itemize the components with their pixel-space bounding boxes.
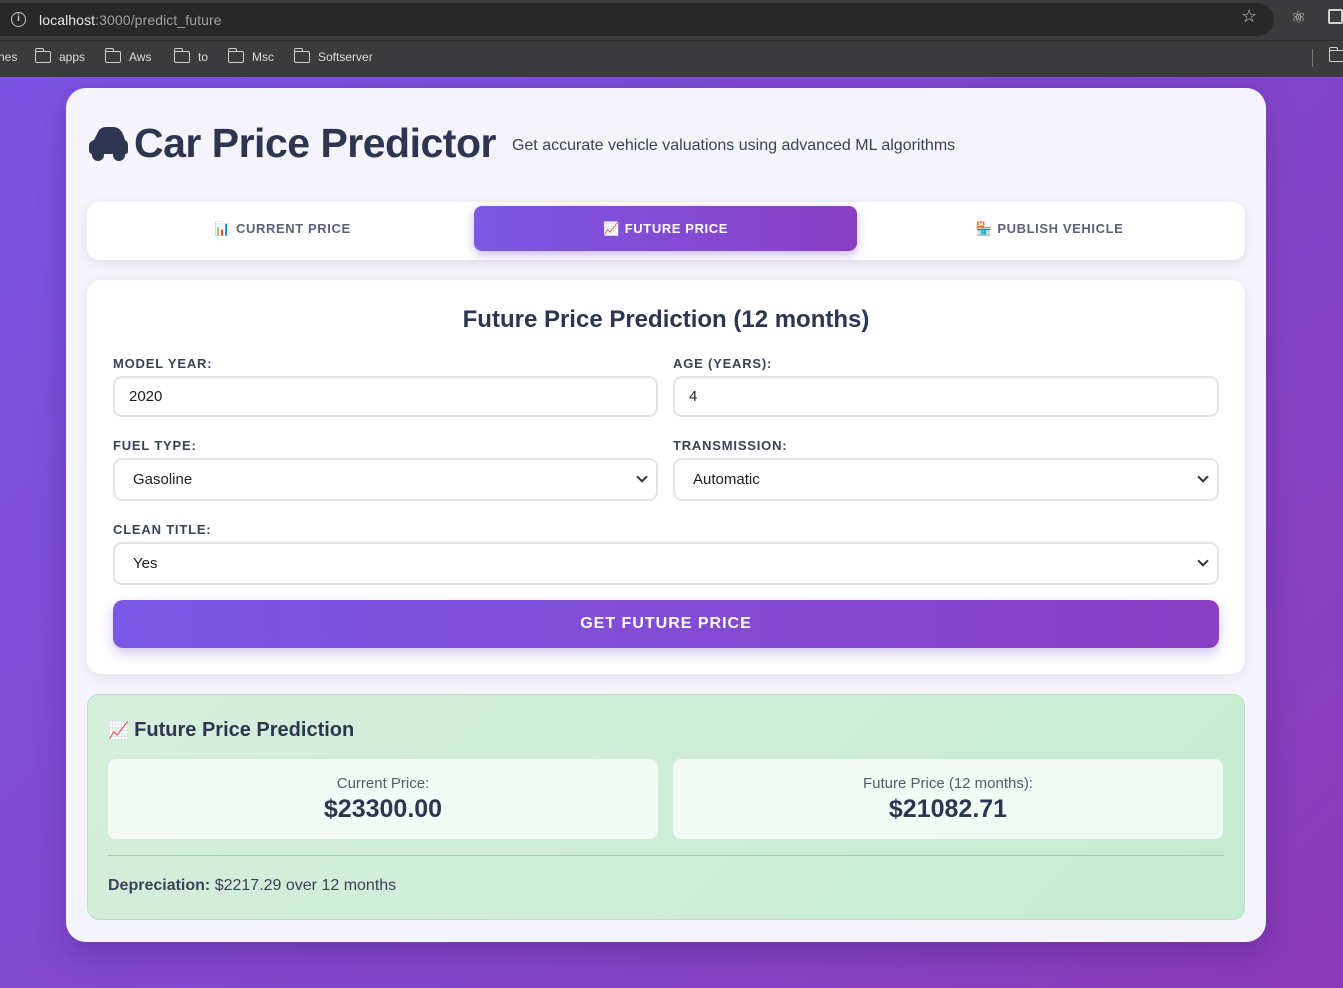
react-devtools-icon[interactable]: ⚛ bbox=[1291, 8, 1306, 28]
current-price-label: Current Price: bbox=[336, 775, 430, 792]
age-input[interactable] bbox=[673, 376, 1219, 417]
transmission-value: Automatic bbox=[693, 471, 760, 488]
fuel-type-value: Gasoline bbox=[133, 471, 193, 488]
depreciation-value: $2217.29 over 12 months bbox=[214, 877, 397, 894]
bookmark-label: nes bbox=[0, 50, 18, 64]
future-price-value: $21082.71 bbox=[888, 795, 1008, 823]
bookmark-label: to bbox=[198, 50, 209, 64]
folder-icon bbox=[34, 48, 51, 63]
bookmark-folder[interactable]: to bbox=[173, 48, 209, 64]
url-path: :3000/predict_future bbox=[95, 12, 222, 28]
bookmark-label: apps bbox=[59, 50, 86, 64]
app-subtitle: Get accurate vehicle valuations using ad… bbox=[511, 136, 956, 154]
results-title-text: Future Price Prediction bbox=[134, 719, 355, 741]
bookmark-folder[interactable]: Softserver bbox=[293, 48, 373, 64]
extensions-icon[interactable] bbox=[1328, 9, 1343, 24]
prediction-form: Future Price Prediction (12 months) MODE… bbox=[87, 280, 1245, 674]
store-icon: 🏪 bbox=[975, 220, 993, 236]
fuel-type-select[interactable]: Gasoline bbox=[113, 458, 658, 501]
model-year-input[interactable] bbox=[113, 376, 658, 417]
bookmarks-bar: nes apps Aws to Msc Softserver bbox=[0, 40, 1343, 77]
clean-title-label: CLEAN TITLE: bbox=[113, 522, 212, 537]
tab-bar: 📊 CURRENT PRICE 📈 FUTURE PRICE 🏪 PUBLISH… bbox=[87, 202, 1245, 260]
tab-label: FUTURE PRICE bbox=[624, 221, 729, 236]
url-text[interactable]: localhost:3000/predict_future bbox=[39, 12, 222, 28]
current-price-box: Current Price: $23300.00 bbox=[108, 759, 658, 839]
folder-icon bbox=[1328, 47, 1343, 62]
tab-future-price[interactable]: 📈 FUTURE PRICE bbox=[474, 206, 857, 251]
tab-label: PUBLISH VEHICLE bbox=[997, 221, 1124, 236]
transmission-select[interactable]: Automatic bbox=[673, 458, 1219, 501]
bar-chart-icon: 📊 bbox=[214, 220, 232, 236]
url-host: localhost bbox=[39, 12, 96, 28]
model-year-label: MODEL YEAR: bbox=[113, 356, 213, 371]
chevron-down-icon bbox=[1197, 555, 1209, 567]
folder-icon bbox=[293, 48, 310, 63]
bookmark-label: Softserver bbox=[318, 50, 373, 64]
site-info-icon[interactable]: i bbox=[11, 12, 26, 27]
chevron-down-icon bbox=[636, 471, 648, 483]
app-title: Car Price Predictor bbox=[134, 120, 496, 166]
depreciation-summary: Depreciation: $2217.29 over 12 months bbox=[108, 877, 396, 895]
tab-current-price[interactable]: 📊 CURRENT PRICE bbox=[91, 206, 474, 251]
results-panel: 📈 Future Price Prediction Current Price:… bbox=[87, 694, 1245, 920]
folder-icon bbox=[173, 48, 190, 63]
bookmark-label: Aws bbox=[129, 50, 152, 64]
folder-icon bbox=[104, 48, 121, 63]
future-price-label: Future Price (12 months): bbox=[862, 775, 1034, 792]
future-price-box: Future Price (12 months): $21082.71 bbox=[673, 759, 1223, 839]
bookmark-label: Msc bbox=[252, 50, 274, 64]
form-title: Future Price Prediction (12 months) bbox=[462, 306, 870, 333]
bookmarks-divider bbox=[1312, 49, 1313, 67]
clean-title-value: Yes bbox=[133, 555, 158, 572]
address-bar[interactable]: i localhost:3000/predict_future bbox=[0, 3, 1274, 36]
other-bookmarks-folder[interactable] bbox=[1328, 47, 1343, 62]
bookmark-folder[interactable]: apps bbox=[34, 48, 86, 64]
bookmark-star-icon[interactable]: ☆ bbox=[1241, 6, 1257, 27]
bookmark-folder[interactable]: Msc bbox=[227, 48, 274, 64]
clean-title-select[interactable]: Yes bbox=[113, 542, 1219, 585]
browser-toolbar: i localhost:3000/predict_future ☆ ⚛ bbox=[0, 0, 1343, 40]
app-header: Car Price Predictor Get accurate vehicle… bbox=[86, 120, 955, 167]
results-divider bbox=[108, 855, 1224, 856]
depreciation-label: Depreciation: bbox=[108, 877, 211, 894]
trend-chart-icon: 📈 bbox=[602, 220, 620, 236]
current-price-value: $23300.00 bbox=[323, 795, 443, 823]
get-future-price-button[interactable]: GET FUTURE PRICE bbox=[113, 600, 1219, 648]
app-card: Car Price Predictor Get accurate vehicle… bbox=[66, 88, 1266, 942]
bookmark-folder[interactable]: Aws bbox=[104, 48, 152, 64]
results-title: 📈 Future Price Prediction bbox=[108, 719, 354, 742]
folder-icon bbox=[227, 48, 244, 63]
car-icon bbox=[89, 126, 128, 161]
bookmark-item[interactable]: nes bbox=[0, 50, 17, 64]
trend-chart-icon: 📈 bbox=[108, 720, 130, 740]
fuel-type-label: FUEL TYPE: bbox=[113, 438, 197, 453]
transmission-label: TRANSMISSION: bbox=[673, 438, 788, 453]
age-label: AGE (YEARS): bbox=[673, 356, 773, 371]
chevron-down-icon bbox=[1197, 471, 1209, 483]
tab-publish-vehicle[interactable]: 🏪 PUBLISH VEHICLE bbox=[858, 206, 1241, 251]
tab-label: CURRENT PRICE bbox=[236, 221, 351, 236]
